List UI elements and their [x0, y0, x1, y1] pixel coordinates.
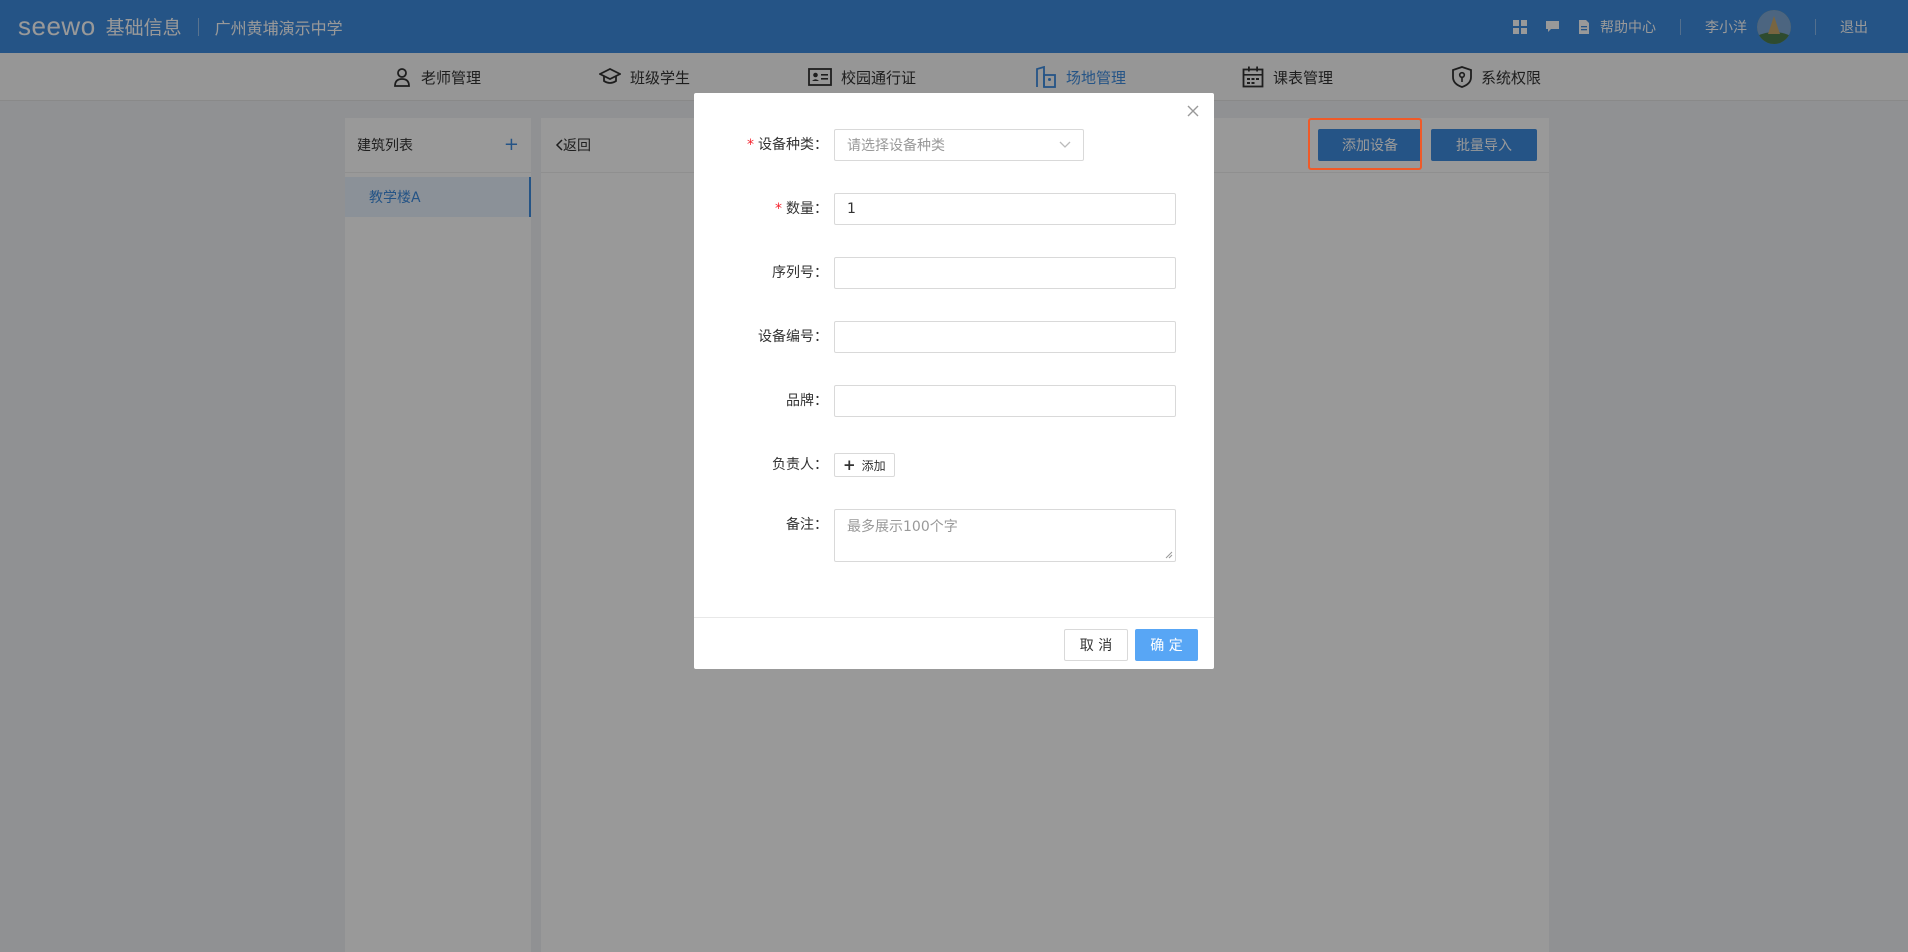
add-owner-button[interactable]: + 添加 — [834, 453, 895, 477]
remark-label: 备注： — [786, 517, 828, 533]
serial-label: 序列号： — [772, 265, 828, 281]
owner-row: 负责人： + 添加 — [694, 449, 1214, 481]
remark-placeholder: 最多展示100个字 — [847, 519, 958, 535]
quantity-input[interactable]: 1 — [834, 193, 1176, 225]
device-type-placeholder: 请选择设备种类 — [847, 138, 945, 154]
quantity-row: * 数量： 1 — [694, 193, 1214, 225]
device-type-label: * 设备种类： — [747, 137, 828, 153]
device-no-label: 设备编号： — [758, 329, 828, 345]
device-type-select[interactable]: 请选择设备种类 — [834, 129, 1084, 161]
resize-handle-icon[interactable] — [1165, 551, 1173, 559]
required-mark: * — [747, 137, 754, 153]
serial-row: 序列号： — [694, 257, 1214, 289]
remark-row: 备注： 最多展示100个字 — [694, 509, 1214, 562]
dialog-footer: 取 消 确 定 — [694, 617, 1214, 669]
device-no-input[interactable] — [834, 321, 1176, 353]
brand-label: 品牌： — [786, 393, 828, 409]
quantity-label: * 数量： — [775, 201, 828, 217]
highlight-box — [1308, 118, 1422, 170]
remark-textarea[interactable]: 最多展示100个字 — [834, 509, 1176, 562]
close-icon[interactable] — [1186, 103, 1202, 119]
chevron-down-icon — [1059, 141, 1071, 148]
brand-input[interactable] — [834, 385, 1176, 417]
confirm-button[interactable]: 确 定 — [1135, 629, 1198, 661]
owner-label: 负责人： — [772, 457, 828, 473]
plus-icon: + — [843, 456, 856, 474]
serial-input[interactable] — [834, 257, 1176, 289]
device-type-row: * 设备种类： 请选择设备种类 — [694, 129, 1214, 161]
device-no-row: 设备编号： — [694, 321, 1214, 353]
brand-row: 品牌： — [694, 385, 1214, 417]
add-owner-label: 添加 — [861, 458, 886, 473]
add-device-dialog: * 设备种类： 请选择设备种类 * 数量： 1 序列号： 设备编号： 品牌： 负责人… — [694, 93, 1214, 669]
cancel-button[interactable]: 取 消 — [1064, 629, 1128, 661]
required-mark: * — [775, 201, 782, 217]
